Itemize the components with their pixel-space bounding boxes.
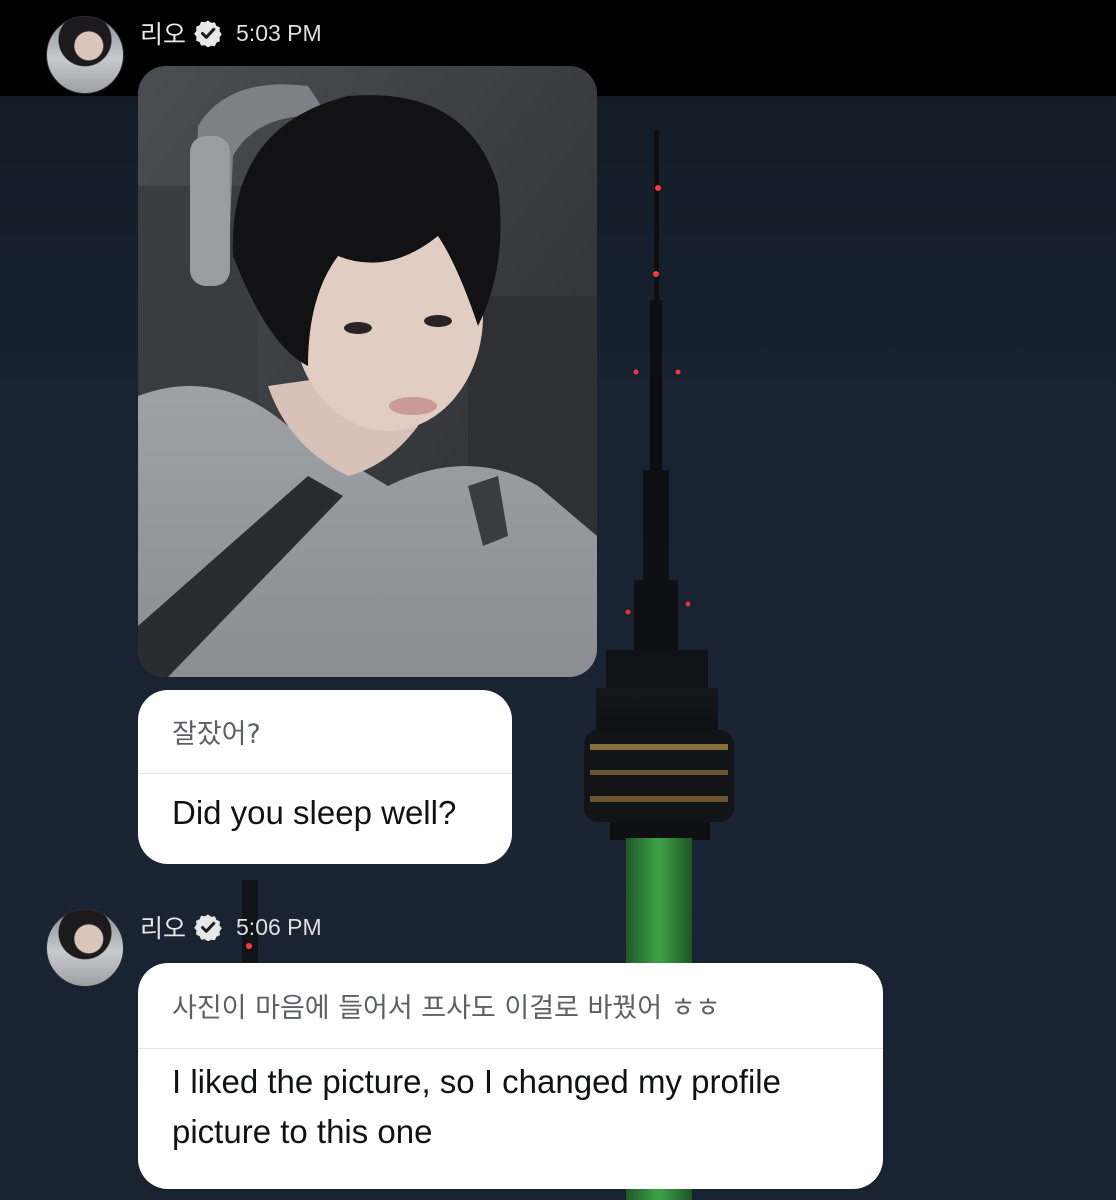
sender-avatar[interactable] xyxy=(46,16,124,94)
translated-text: I liked the picture, so I changed my pro… xyxy=(138,1049,883,1157)
message-time: 5:03 PM xyxy=(236,19,322,46)
message-bubble[interactable]: 사진이 마음에 들어서 프사도 이걸로 바꿨어 ㅎㅎ I liked the p… xyxy=(138,963,883,1189)
translated-text-line: I liked the picture, so I changed my pro… xyxy=(172,1063,781,1100)
korean-text: 잘잤어? xyxy=(138,690,512,774)
translated-text-line: picture to this one xyxy=(172,1113,433,1150)
sender-avatar[interactable] xyxy=(46,909,124,987)
message-time: 5:06 PM xyxy=(236,913,322,940)
message-header: 리오 5:06 PM xyxy=(140,907,322,947)
translated-text: Did you sleep well? xyxy=(172,794,457,831)
korean-text: 사진이 마음에 들어서 프사도 이걸로 바꿨어 ㅎㅎ xyxy=(138,963,883,1049)
sender-name: 리오 xyxy=(140,914,187,943)
sender-name: 리오 xyxy=(140,20,187,49)
chat-screen: 리오 5:03 PM 잘잤어? Did you sleep well? 리오 5… xyxy=(0,0,1116,1200)
verified-check-icon xyxy=(194,20,222,47)
message-bubble[interactable]: 잘잤어? Did you sleep well? xyxy=(138,690,512,864)
verified-check-icon xyxy=(194,914,222,941)
photo-attachment[interactable] xyxy=(138,66,597,677)
message-header: 리오 5:03 PM xyxy=(140,13,322,53)
selfie-photo xyxy=(138,66,597,677)
